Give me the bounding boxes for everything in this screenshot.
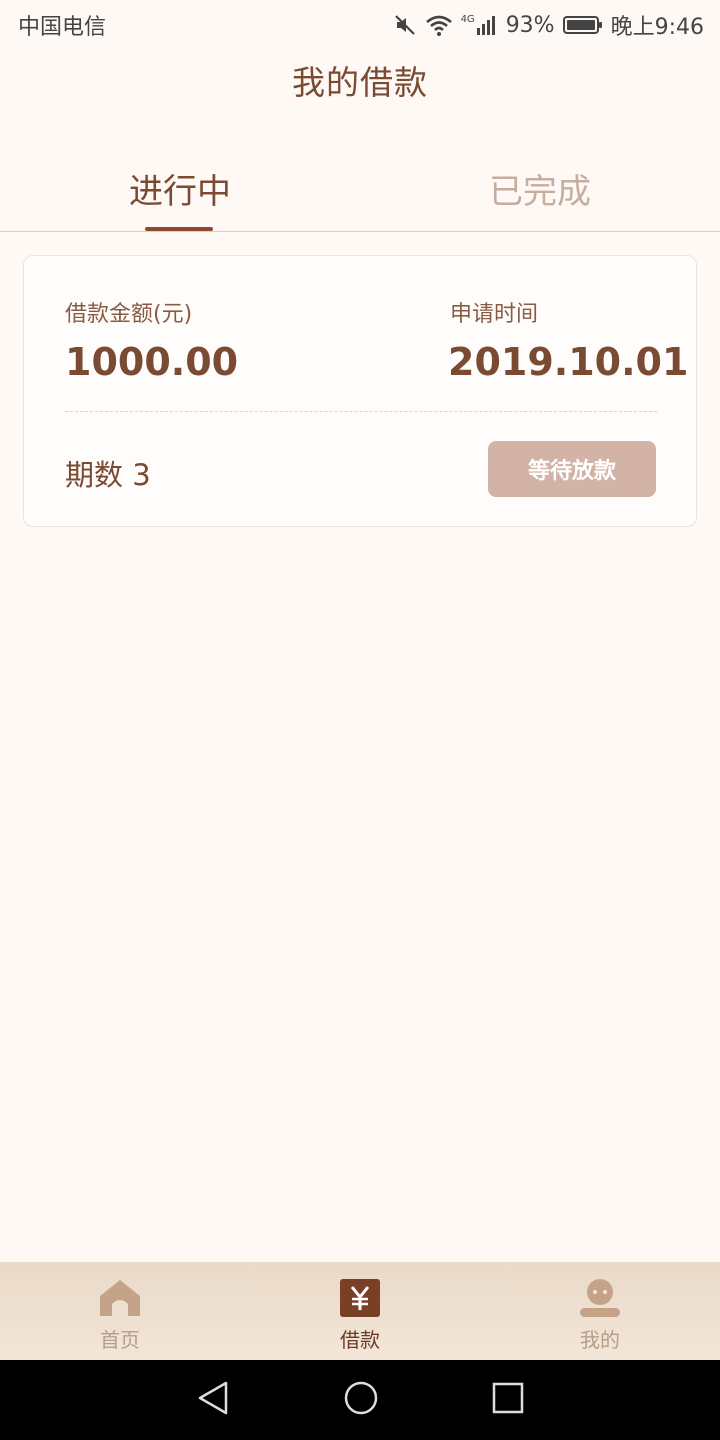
card-divider [65,411,657,412]
profile-icon [578,1278,622,1322]
carrier-label: 中国电信 [18,15,107,40]
tab-in-progress[interactable]: 进行中 [0,150,360,231]
nav-label-home: 首页 [100,1328,140,1352]
page-title: 我的借款 [292,63,428,102]
nav-label-mine: 我的 [580,1328,620,1352]
home-circle-icon[interactable] [343,1380,379,1420]
loan-card[interactable]: 借款金额(元) 1000.00 申请时间 2019.10.01 期数 3 等待放… [23,255,697,527]
back-icon[interactable] [196,1380,230,1420]
nav-item-home[interactable]: 首页 [0,1262,240,1360]
date-value: 2019.10.01 [448,340,689,384]
signal-icon: 4G [461,14,498,36]
status-bar: 中国电信 4G 93% 晚上9:46 [0,0,720,50]
bottom-nav: 首页 借款 我的 [0,1262,720,1360]
tab-completed[interactable]: 已完成 [360,150,720,231]
date-label: 申请时间 [450,302,539,327]
nav-item-mine[interactable]: 我的 [480,1262,720,1360]
periods-text: 期数 3 [65,458,151,492]
amount-label: 借款金额(元) [65,302,193,327]
network-type-label: 4G [460,14,475,25]
loan-tabs: 进行中 已完成 [0,150,720,232]
recents-icon[interactable] [492,1382,524,1418]
nav-item-loan[interactable]: 借款 [240,1262,480,1360]
status-button[interactable]: 等待放款 [488,441,656,497]
battery-percent: 93% [505,12,555,38]
nav-label-loan: 借款 [340,1328,380,1352]
home-icon [98,1278,142,1322]
status-indicators: 4G 93% 晚上9:46 [393,9,704,41]
battery-icon [562,15,603,35]
wifi-icon [425,13,453,37]
yuan-icon [339,1278,381,1322]
system-nav-bar [0,1360,720,1440]
amount-value: 1000.00 [65,340,239,384]
clock: 晚上9:46 [610,15,704,40]
mute-icon [393,13,417,37]
